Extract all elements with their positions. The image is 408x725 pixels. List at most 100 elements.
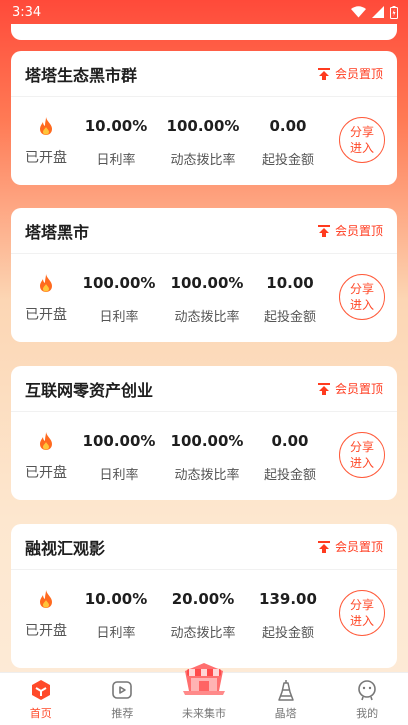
market-status: 已开盘 [25,150,67,166]
bottom-nav: 首页 推荐 未来集市 晶塔 我的 [0,663,408,725]
card-body: 已开盘 100.00% 日利率 100.00% 动态拨比率 0.00 起投金额 … [11,412,397,500]
nav-home[interactable]: 首页 [0,673,82,725]
market-card[interactable]: 塔塔生态黑市群 会员置顶 已开盘 10.00% 日利率 100.00% 动态拨比… [11,51,397,185]
card-body: 已开盘 10.00% 日利率 20.00% 动态拨比率 139.00 起投金额 … [11,570,397,658]
market-card[interactable]: 融视汇观影 会员置顶 已开盘 10.00% 日利率 20.00% 动态拨比率 1… [11,524,397,668]
status-column: 已开盘 [25,570,67,658]
min-amount-column: 0.00 起投金额 [253,97,323,185]
share-enter-button[interactable]: 分享 进入 [339,590,385,636]
vip-pin-badge[interactable]: 会员置顶 [317,222,383,239]
nav-home-label: 首页 [29,707,52,720]
nav-tower[interactable]: 晶塔 [245,673,327,725]
card-header: 塔塔黑市 会员置顶 [11,208,397,254]
card-header: 互联网零资产创业 会员置顶 [11,366,397,412]
vip-pin-label: 会员置顶 [334,382,383,396]
min-amount-column: 139.00 起投金额 [253,570,323,658]
card-body: 已开盘 10.00% 日利率 100.00% 动态拨比率 0.00 起投金额 分… [11,97,397,185]
daily-rate-value: 100.00% [82,432,156,450]
tower-icon [277,680,294,701]
share-label: 分享 [349,125,374,139]
vip-pin-badge[interactable]: 会员置顶 [317,380,383,397]
card-body: 已开盘 100.00% 日利率 100.00% 动态拨比率 10.00 起投金额… [11,254,397,342]
status-bar: 3:34 [0,0,408,24]
min-amount-value: 0.00 [269,117,307,135]
dynamic-ratio-value: 100.00% [166,117,240,135]
daily-rate-column: 10.00% 日利率 [81,97,151,185]
min-amount-column: 10.00 起投金额 [255,254,325,342]
dynamic-ratio-label: 动态拨比率 [174,468,240,483]
fire-icon [40,274,52,292]
enter-label: 进入 [349,141,374,155]
market-status: 已开盘 [25,307,67,323]
fire-icon [40,117,52,135]
dynamic-ratio-value: 100.00% [170,274,244,292]
nav-mine-label: 我的 [356,707,379,720]
pin-top-icon [317,67,330,80]
card-title: 互联网零资产创业 [25,380,154,400]
nav-market-label: 未来集市 [181,707,226,720]
market-card[interactable]: 互联网零资产创业 会员置顶 已开盘 100.00% 日利率 100.00% 动态… [11,366,397,500]
card-title: 塔塔生态黑市群 [25,65,138,85]
enter-label: 进入 [349,456,374,470]
card-header: 塔塔生态黑市群 会员置顶 [11,51,397,97]
vip-pin-badge[interactable]: 会员置顶 [317,65,383,82]
pin-top-icon [317,382,330,395]
status-time: 3:34 [12,4,42,20]
market-card[interactable]: 塔塔黑市 会员置顶 已开盘 100.00% 日利率 100.00% 动态拨比率 … [11,208,397,342]
pin-top-icon [317,540,330,553]
min-amount-label: 起投金额 [261,153,314,168]
nav-recommend-label: 推荐 [111,707,134,720]
dynamic-ratio-label: 动态拨比率 [170,153,236,168]
market-store-icon [182,663,225,695]
profile-face-icon [358,680,376,701]
min-amount-label: 起投金额 [263,468,316,483]
min-amount-label: 起投金额 [263,310,316,325]
wifi-icon [351,6,366,18]
daily-rate-label: 日利率 [99,310,139,325]
dynamic-ratio-column: 100.00% 动态拨比率 [165,412,249,500]
dynamic-ratio-value: 100.00% [170,432,244,450]
enter-label: 进入 [349,614,374,628]
fire-icon [40,590,52,608]
daily-rate-label: 日利率 [96,626,136,641]
share-enter-button[interactable]: 分享 进入 [339,274,385,320]
share-enter-button[interactable]: 分享 进入 [339,432,385,478]
market-status: 已开盘 [25,623,67,639]
min-amount-value: 0.00 [271,432,309,450]
share-label: 分享 [349,440,374,454]
daily-rate-column: 100.00% 日利率 [81,254,157,342]
status-icons [351,5,398,19]
nav-recommend[interactable]: 推荐 [82,673,164,725]
dynamic-ratio-label: 动态拨比率 [170,626,236,641]
min-amount-value: 10.00 [266,274,314,292]
vip-pin-label: 会员置顶 [334,67,383,81]
share-enter-button[interactable]: 分享 进入 [339,117,385,163]
daily-rate-value: 10.00% [84,590,148,608]
daily-rate-column: 10.00% 日利率 [81,570,151,658]
market-status: 已开盘 [25,465,67,481]
share-label: 分享 [349,598,374,612]
daily-rate-column: 100.00% 日利率 [81,412,157,500]
status-column: 已开盘 [25,97,67,185]
battery-icon [390,5,398,19]
vip-pin-badge[interactable]: 会员置顶 [317,538,383,555]
card-title: 融视汇观影 [25,538,106,558]
share-label: 分享 [349,282,374,296]
play-video-icon [112,681,133,699]
fire-icon [40,432,52,450]
pin-top-icon [317,224,330,237]
dynamic-ratio-column: 100.00% 动态拨比率 [165,254,249,342]
vip-pin-label: 会员置顶 [334,540,383,554]
daily-rate-value: 10.00% [84,117,148,135]
daily-rate-value: 100.00% [82,274,156,292]
dynamic-ratio-column: 100.00% 动态拨比率 [161,97,245,185]
daily-rate-label: 日利率 [99,468,139,483]
nav-market[interactable]: 未来集市 [163,663,245,725]
nav-mine[interactable]: 我的 [326,673,408,725]
dynamic-ratio-value: 20.00% [171,590,235,608]
card-title: 塔塔黑市 [25,222,90,242]
min-amount-column: 0.00 起投金额 [255,412,325,500]
nav-tower-label: 晶塔 [274,707,297,720]
home-cube-icon [31,680,50,700]
status-column: 已开盘 [25,412,67,500]
